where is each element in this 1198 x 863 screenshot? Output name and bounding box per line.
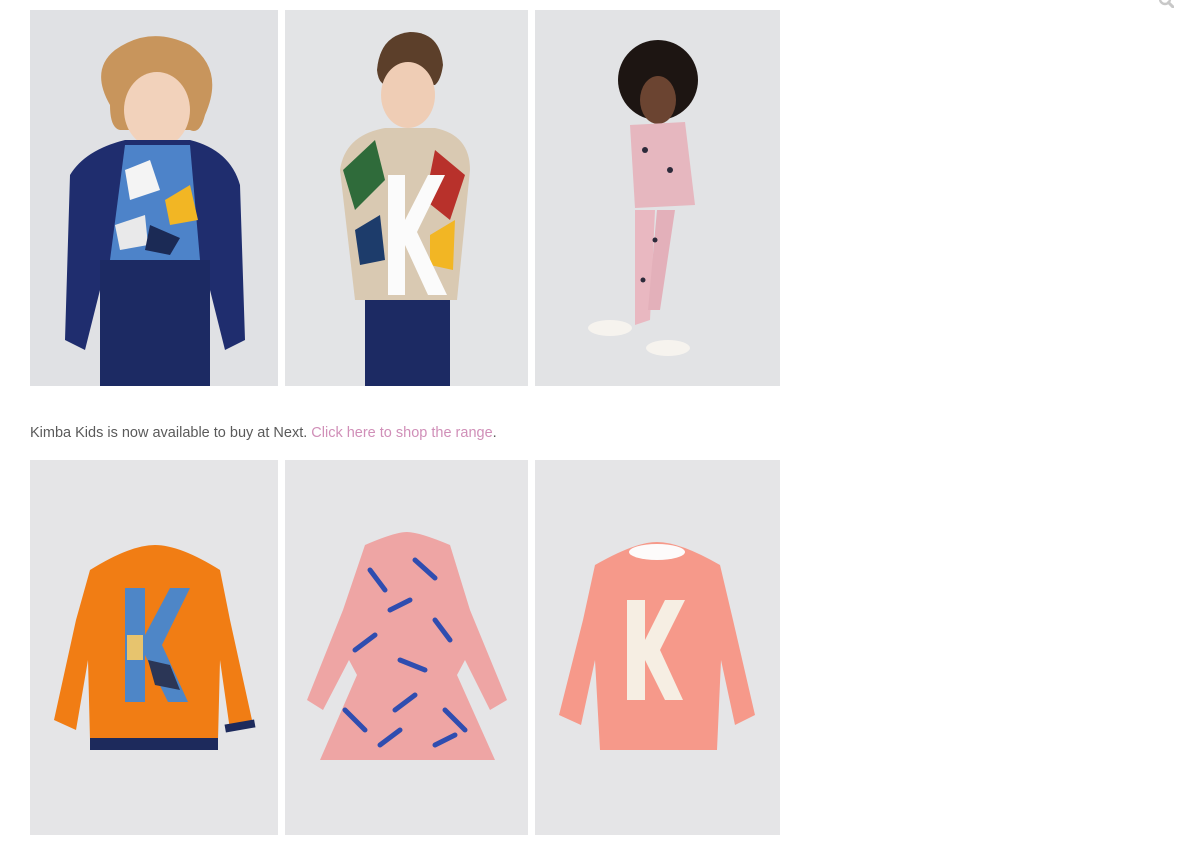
search-icon[interactable] xyxy=(1158,0,1175,9)
page: Kimba Kids is now available to buy at Ne… xyxy=(0,0,1198,863)
photo-girl-pink-outfit[interactable] xyxy=(535,10,780,386)
photo-boy-camo-hoodie[interactable] xyxy=(30,10,278,386)
photo-boy-camo-sweatshirt[interactable] xyxy=(285,10,528,386)
caption-period: . xyxy=(492,425,497,441)
caption-text: Kimba Kids is now available to buy at Ne… xyxy=(30,425,312,441)
product-pink-k-sweatshirt[interactable] xyxy=(535,460,780,835)
product-orange-k-sweatshirt[interactable] xyxy=(30,460,278,835)
availability-caption: Kimba Kids is now available to buy at Ne… xyxy=(30,425,497,441)
shop-range-link[interactable]: Click here to shop the range xyxy=(311,425,492,441)
product-print-dress[interactable] xyxy=(285,460,528,835)
